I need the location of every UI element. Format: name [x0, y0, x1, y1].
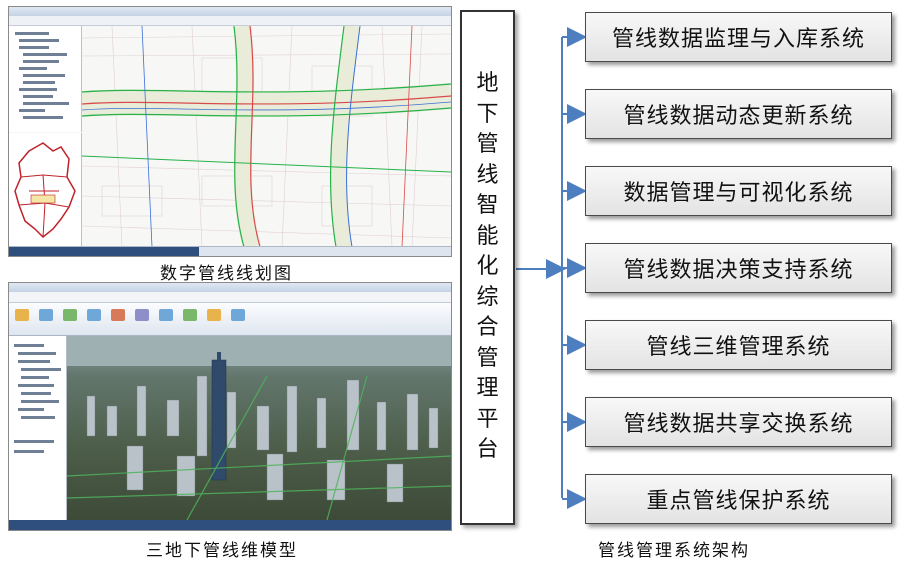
- architecture-caption: 管线管理系统架构: [598, 541, 750, 561]
- system-label: 管线数据共享交换系统: [623, 412, 854, 437]
- system-label: 数据管理与可视化系统: [623, 181, 854, 206]
- system-box-decision-support: 管线数据决策支持系统: [585, 243, 892, 293]
- system-label: 管线数据决策支持系统: [623, 258, 854, 283]
- system-box-3d-management: 管线三维管理系统: [585, 320, 892, 370]
- platform-box: 地下管线智能化综合管理平台: [460, 10, 515, 525]
- system-box-dynamic-update: 管线数据动态更新系统: [585, 89, 892, 139]
- platform-label: 地下管线智能化综合管理平台: [476, 71, 499, 463]
- system-box-data-sharing: 管线数据共享交换系统: [585, 397, 892, 447]
- system-label: 管线数据监理与入库系统: [611, 27, 865, 52]
- system-label: 管线数据动态更新系统: [623, 104, 854, 129]
- system-box-data-supervision: 管线数据监理与入库系统: [585, 12, 892, 62]
- system-label: 管线三维管理系统: [646, 335, 831, 360]
- system-label: 重点管线保护系统: [646, 489, 831, 514]
- system-box-key-pipeline-protection: 重点管线保护系统: [585, 474, 892, 524]
- system-box-visualization: 数据管理与可视化系统: [585, 166, 892, 216]
